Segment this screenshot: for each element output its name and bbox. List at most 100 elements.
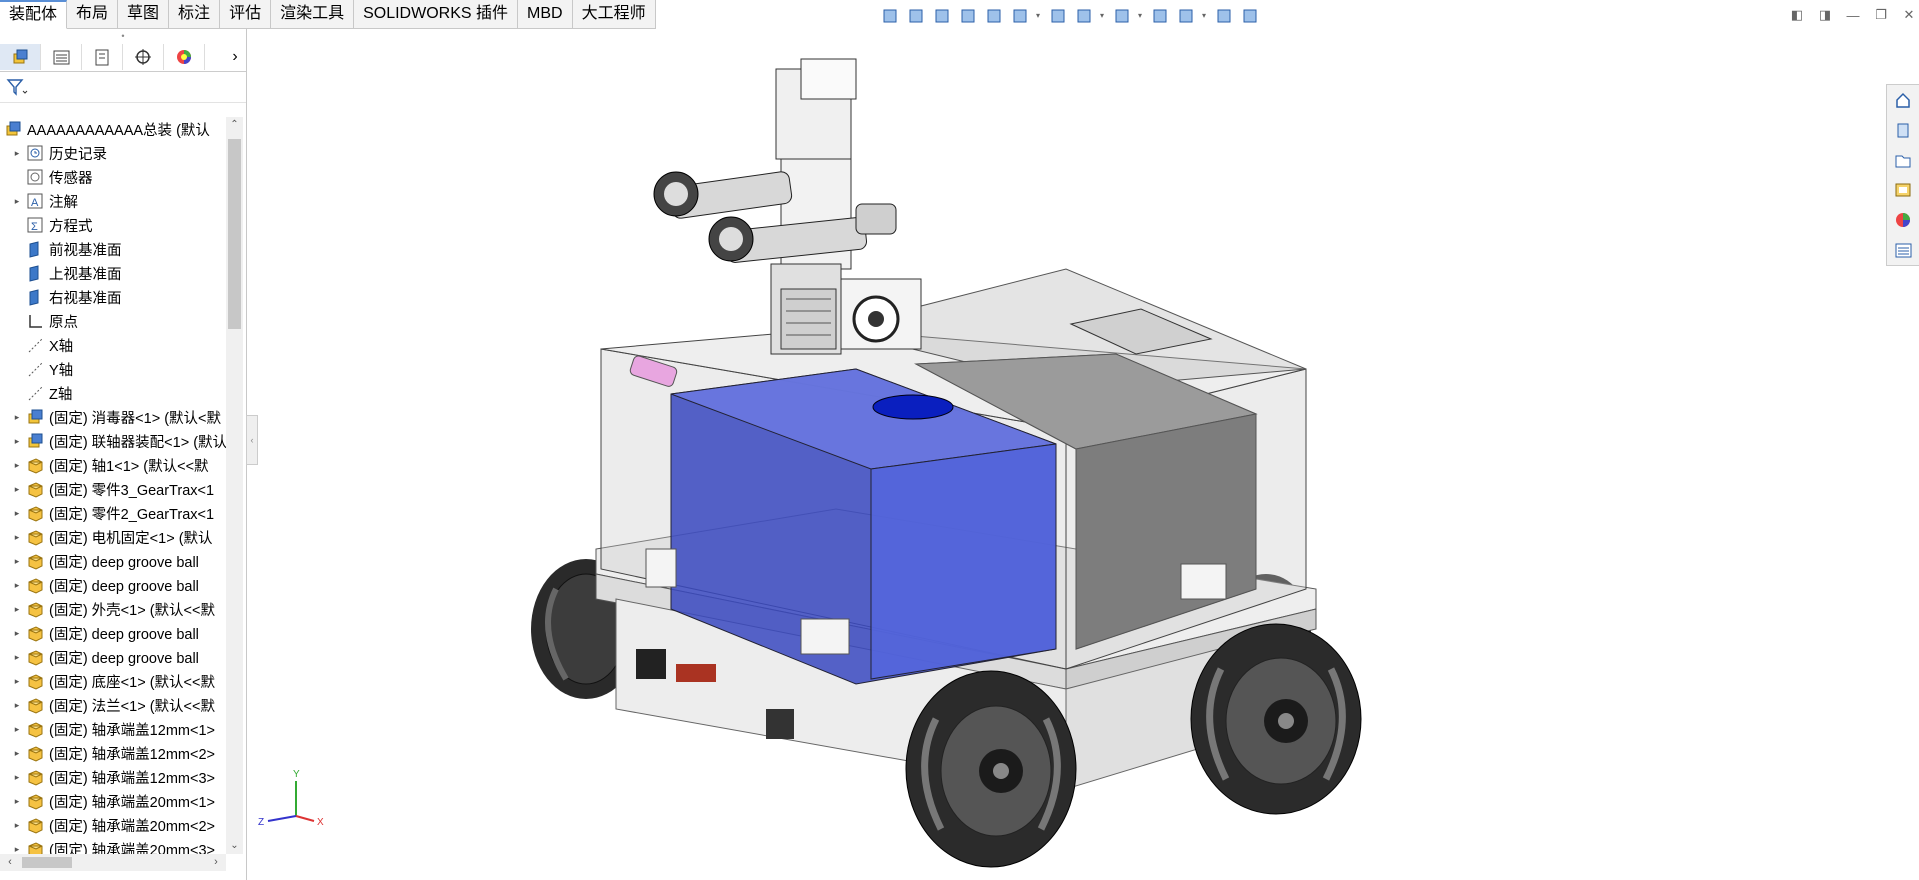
expand-arrow-icon[interactable]: ▸: [12, 412, 22, 423]
tree-item[interactable]: 传感器: [0, 165, 226, 189]
tree-horizontal-scrollbar[interactable]: ‹ ›: [0, 854, 226, 871]
command-tab[interactable]: 评估: [220, 0, 272, 29]
file-explorer-icon[interactable]: [1887, 145, 1919, 175]
displaymanager-icon[interactable]: [164, 44, 205, 70]
tree-item[interactable]: Σ 方程式: [0, 213, 226, 237]
expand-arrow-icon[interactable]: ▸: [12, 652, 22, 663]
expand-arrow-icon[interactable]: ▸: [12, 508, 22, 519]
wheel-front-left[interactable]: [905, 670, 1077, 868]
expand-arrow-icon[interactable]: ▸: [12, 772, 22, 783]
wheel-front-right[interactable]: [1190, 623, 1362, 815]
dropdown-arrow-icon[interactable]: ▾: [1200, 4, 1208, 26]
tree-item[interactable]: X轴: [0, 333, 226, 357]
propertymanager-icon[interactable]: [41, 44, 82, 70]
expand-arrow-icon[interactable]: ▸: [12, 748, 22, 759]
dimxpertmanager-icon[interactable]: [123, 44, 164, 70]
display-style-icon[interactable]: [1072, 4, 1094, 26]
tree-item[interactable]: ▸ (固定) 联轴器装配<1> (默认: [0, 429, 226, 453]
appearances-icon[interactable]: [1887, 205, 1919, 235]
view-palette-icon[interactable]: [1887, 175, 1919, 205]
section-view-icon[interactable]: [982, 4, 1004, 26]
tree-item[interactable]: ▸ (固定) 底座<1> (默认<<默: [0, 669, 226, 693]
command-tab[interactable]: 大工程师: [572, 0, 656, 29]
expand-arrow-icon[interactable]: ▸: [12, 556, 22, 567]
tree-item[interactable]: ▸ (固定) 零件3_GearTrax<1: [0, 477, 226, 501]
custom-properties-icon[interactable]: [1887, 235, 1919, 265]
design-library-icon[interactable]: [1887, 115, 1919, 145]
tree-vertical-scrollbar[interactable]: ⌃ ⌄: [226, 117, 243, 854]
expand-arrow-icon[interactable]: ▸: [12, 820, 22, 831]
filter-icon[interactable]: [6, 78, 28, 96]
command-tab[interactable]: 渲染工具: [271, 0, 355, 29]
dynamic-annotation-icon[interactable]: [1008, 4, 1030, 26]
scroll-left-icon[interactable]: ‹: [2, 854, 18, 871]
expand-arrow-icon[interactable]: ▸: [12, 436, 22, 447]
configurationmanager-icon[interactable]: [82, 44, 123, 70]
tree-item[interactable]: ▸ (固定) deep groove ball: [0, 549, 226, 573]
expand-arrow-icon[interactable]: ▸: [12, 844, 22, 855]
expand-arrow-icon[interactable]: ▸: [12, 196, 22, 207]
dropdown-arrow-icon[interactable]: ▾: [1098, 4, 1106, 26]
edit-appearance-icon[interactable]: [1148, 4, 1170, 26]
tile-right-icon[interactable]: ◨: [1815, 6, 1835, 24]
tree-item[interactable]: ▸ (固定) 轴承端盖12mm<2>: [0, 741, 226, 765]
tree-item[interactable]: Z轴: [0, 381, 226, 405]
tree-item[interactable]: ▸ (固定) 轴承端盖12mm<3>: [0, 765, 226, 789]
expand-arrow-icon[interactable]: ▸: [12, 676, 22, 687]
scroll-right-icon[interactable]: ›: [208, 854, 224, 871]
tree-item[interactable]: ▸ (固定) deep groove ball: [0, 645, 226, 669]
dropdown-arrow-icon[interactable]: ▾: [1136, 4, 1144, 26]
expand-arrow-icon[interactable]: ▸: [12, 460, 22, 471]
command-tab[interactable]: 装配体: [0, 0, 68, 29]
expand-arrow-icon[interactable]: ▸: [12, 724, 22, 735]
expand-arrow-icon[interactable]: ▸: [12, 796, 22, 807]
robot-assembly-model[interactable]: [531, 58, 1362, 868]
zoom-to-fit-icon[interactable]: [904, 4, 926, 26]
expand-arrow-icon[interactable]: ▸: [12, 532, 22, 543]
tree-item[interactable]: ▸ (固定) 电机固定<1> (默认: [0, 525, 226, 549]
tree-item[interactable]: 右视基准面: [0, 285, 226, 309]
graphics-area[interactable]: Y X Z: [256, 29, 1886, 880]
hide-show-icon[interactable]: [1110, 4, 1132, 26]
tree-item[interactable]: ▸ (固定) deep groove ball: [0, 621, 226, 645]
featuremanager-tree-icon[interactable]: [0, 44, 41, 70]
tree-item[interactable]: 原点: [0, 309, 226, 333]
tree-item[interactable]: ▸ (固定) 零件2_GearTrax<1: [0, 501, 226, 525]
apply-scene-icon[interactable]: [1174, 4, 1196, 26]
zoom-to-area-icon[interactable]: [930, 4, 952, 26]
tree-item[interactable]: ▸ (固定) 法兰<1> (默认<<默: [0, 693, 226, 717]
command-tab[interactable]: 标注: [169, 0, 221, 29]
view-orientation-icon[interactable]: [878, 4, 900, 26]
more-tabs-chevron-icon[interactable]: ›: [224, 48, 246, 66]
tree-item[interactable]: ▸ (固定) 轴承端盖20mm<2>: [0, 813, 226, 837]
expand-arrow-icon[interactable]: ▸: [12, 700, 22, 711]
tree-item[interactable]: 上视基准面: [0, 261, 226, 285]
tree-item[interactable]: ▸ (固定) 轴承端盖12mm<1>: [0, 717, 226, 741]
restore-icon[interactable]: ❐: [1871, 6, 1891, 24]
minimize-icon[interactable]: —: [1843, 6, 1863, 24]
tree-item[interactable]: ▸ (固定) 外壳<1> (默认<<默: [0, 597, 226, 621]
tree-root-assembly[interactable]: AAAAAAAAAAAA总装 (默认: [0, 117, 226, 141]
scroll-up-icon[interactable]: ⌃: [226, 117, 243, 133]
scroll-down-icon[interactable]: ⌄: [226, 838, 243, 854]
tree-item[interactable]: ▸ A 注解: [0, 189, 226, 213]
tree-item[interactable]: ▸ 历史记录: [0, 141, 226, 165]
tree-item[interactable]: Y轴: [0, 357, 226, 381]
expand-arrow-icon[interactable]: ▸: [12, 148, 22, 159]
tree-item[interactable]: ▸ (固定) 轴承端盖20mm<1>: [0, 789, 226, 813]
tree-item[interactable]: 前视基准面: [0, 237, 226, 261]
expand-arrow-icon[interactable]: ▸: [12, 604, 22, 615]
scroll-thumb[interactable]: [228, 139, 241, 329]
expand-arrow-icon[interactable]: ▸: [12, 580, 22, 591]
dropdown-arrow-icon[interactable]: ▾: [1034, 4, 1042, 26]
tree-item[interactable]: ▸ (固定) 轴1<1> (默认<<默: [0, 453, 226, 477]
tree-filter[interactable]: [0, 72, 246, 103]
display-pane-icon[interactable]: [1238, 4, 1260, 26]
command-tab[interactable]: 草图: [118, 0, 170, 29]
command-tab[interactable]: SOLIDWORKS 插件: [354, 0, 519, 29]
close-icon[interactable]: ✕: [1899, 6, 1919, 24]
view-settings-icon[interactable]: [1212, 4, 1234, 26]
tree-item[interactable]: ▸ (固定) 消毒器<1> (默认<默: [0, 405, 226, 429]
previous-view-icon[interactable]: [956, 4, 978, 26]
view-orientation-box-icon[interactable]: [1046, 4, 1068, 26]
